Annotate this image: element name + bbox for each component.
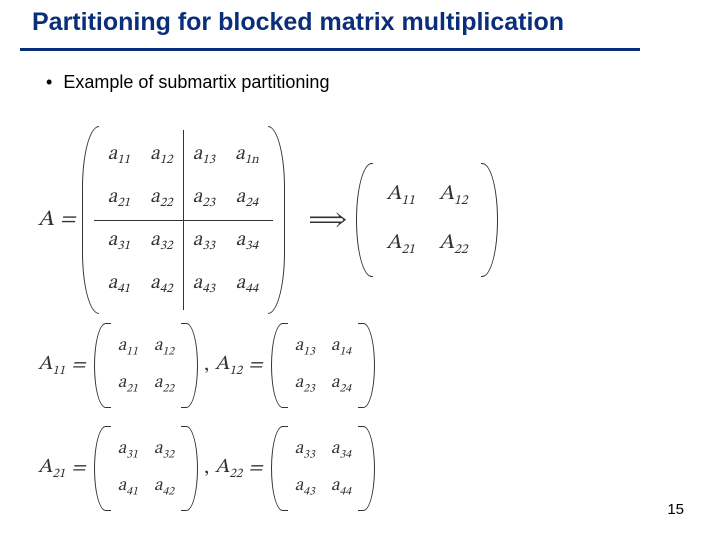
submatrix-A22: a33 a34 a43 a44: [271, 426, 375, 511]
submatrix-A21: a31 a32 a41 a42: [94, 426, 198, 511]
implies-arrow: ⟹: [309, 205, 345, 235]
bullet-icon: •: [46, 72, 52, 93]
paren-left-icon: [271, 426, 288, 511]
slide-title: Partitioning for blocked matrix multipli…: [32, 8, 564, 37]
slide: Partitioning for blocked matrix multipli…: [0, 0, 720, 540]
title-underline: [20, 48, 640, 51]
lhs-A: A: [38, 206, 54, 234]
paren-left-icon: [94, 426, 111, 511]
paren-right-icon: [181, 426, 198, 511]
block-2x2-matrix: A11 A12 A21 A22: [356, 163, 497, 277]
paren-right-icon: [481, 163, 498, 277]
paren-right-icon: [181, 323, 198, 408]
submatrix-A12: a13 a14 a23 a24: [271, 323, 375, 408]
math-content: A = a11 a12 a13 a1n a21 a22: [38, 135, 498, 511]
definition-row-1: A11 = a11 a12 a21 a22 , A12 =: [38, 323, 498, 408]
paren-right-icon: [358, 323, 375, 408]
big-4x4-matrix: a11 a12 a13 a1n a21 a22 a23 a24 a31 a32: [82, 126, 285, 314]
bullet-line: • Example of submartix partitioning: [46, 72, 329, 93]
block-matrix-grid: A11 A12 A21 A22: [374, 171, 479, 269]
comma: ,: [204, 353, 209, 378]
horizontal-partition-line: [94, 220, 273, 221]
bullet-text: Example of submartix partitioning: [63, 72, 329, 92]
page-number: 15: [667, 501, 684, 518]
paren-left-icon: [271, 323, 288, 408]
arrow-icon: ⟹: [309, 205, 345, 235]
paren-left-icon: [94, 323, 111, 408]
equation-row-1: A = a11 a12 a13 a1n a21 a22: [38, 135, 498, 305]
submatrix-A11: a11 a12 a21 a22: [94, 323, 198, 408]
comma: ,: [204, 456, 209, 481]
equals-sign-1: =: [60, 206, 76, 234]
paren-right-icon: [358, 426, 375, 511]
paren-left-icon: [356, 163, 373, 277]
definition-row-2: A21 = a31 a32 a41 a42 , A22 =: [38, 426, 498, 511]
